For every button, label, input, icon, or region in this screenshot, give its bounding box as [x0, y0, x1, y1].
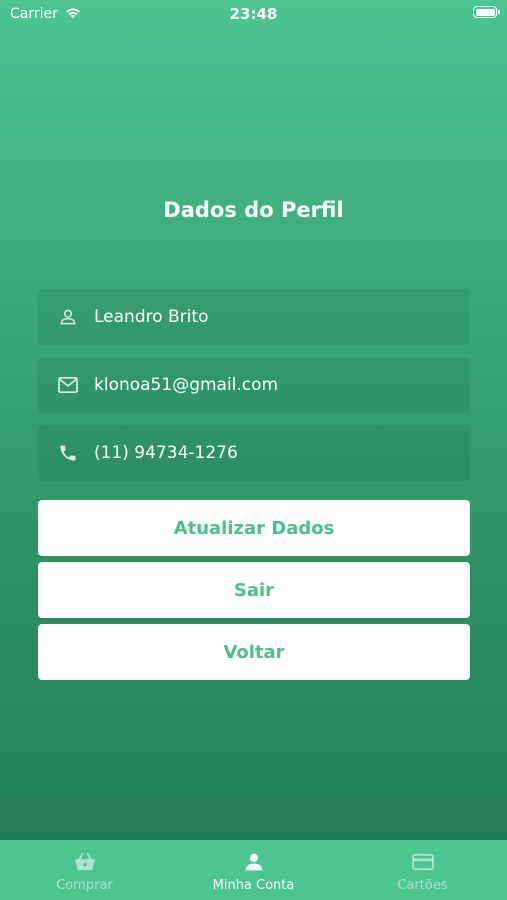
phone-field[interactable]: (11) 94734-1276 — [38, 425, 470, 481]
name-value: Leandro Brito — [94, 307, 209, 327]
status-time: 23:48 — [229, 5, 278, 23]
logout-button[interactable]: Sair — [38, 562, 470, 618]
name-field[interactable]: Leandro Brito — [38, 289, 470, 345]
profile-screen: Carrier 23:48 Dados do Perfil Leandro Br… — [0, 0, 507, 900]
card-icon — [411, 850, 435, 874]
back-button[interactable]: Voltar — [38, 624, 470, 680]
tab-label: Comprar — [56, 878, 113, 893]
mail-icon — [57, 374, 79, 396]
person-icon — [242, 850, 266, 874]
update-data-button[interactable]: Atualizar Dados — [38, 500, 470, 556]
basket-icon — [73, 850, 97, 874]
tab-comprar[interactable]: Comprar — [0, 840, 169, 900]
tab-minha-conta[interactable]: Minha Conta — [169, 840, 338, 900]
tab-label: Minha Conta — [212, 878, 295, 893]
tab-cartoes[interactable]: Cartões — [338, 840, 507, 900]
phone-value: (11) 94734-1276 — [94, 443, 238, 463]
tab-bar: Comprar Minha Conta Cartões — [0, 840, 507, 900]
status-bar: Carrier 23:48 — [0, 0, 507, 28]
person-outline-icon — [57, 306, 79, 328]
email-value: klonoa51@gmail.com — [94, 375, 279, 395]
tab-label: Cartões — [397, 878, 448, 893]
email-field[interactable]: klonoa51@gmail.com — [38, 357, 470, 413]
battery-icon — [473, 6, 500, 18]
page-title: Dados do Perfil — [163, 198, 344, 222]
phone-icon — [57, 442, 79, 464]
